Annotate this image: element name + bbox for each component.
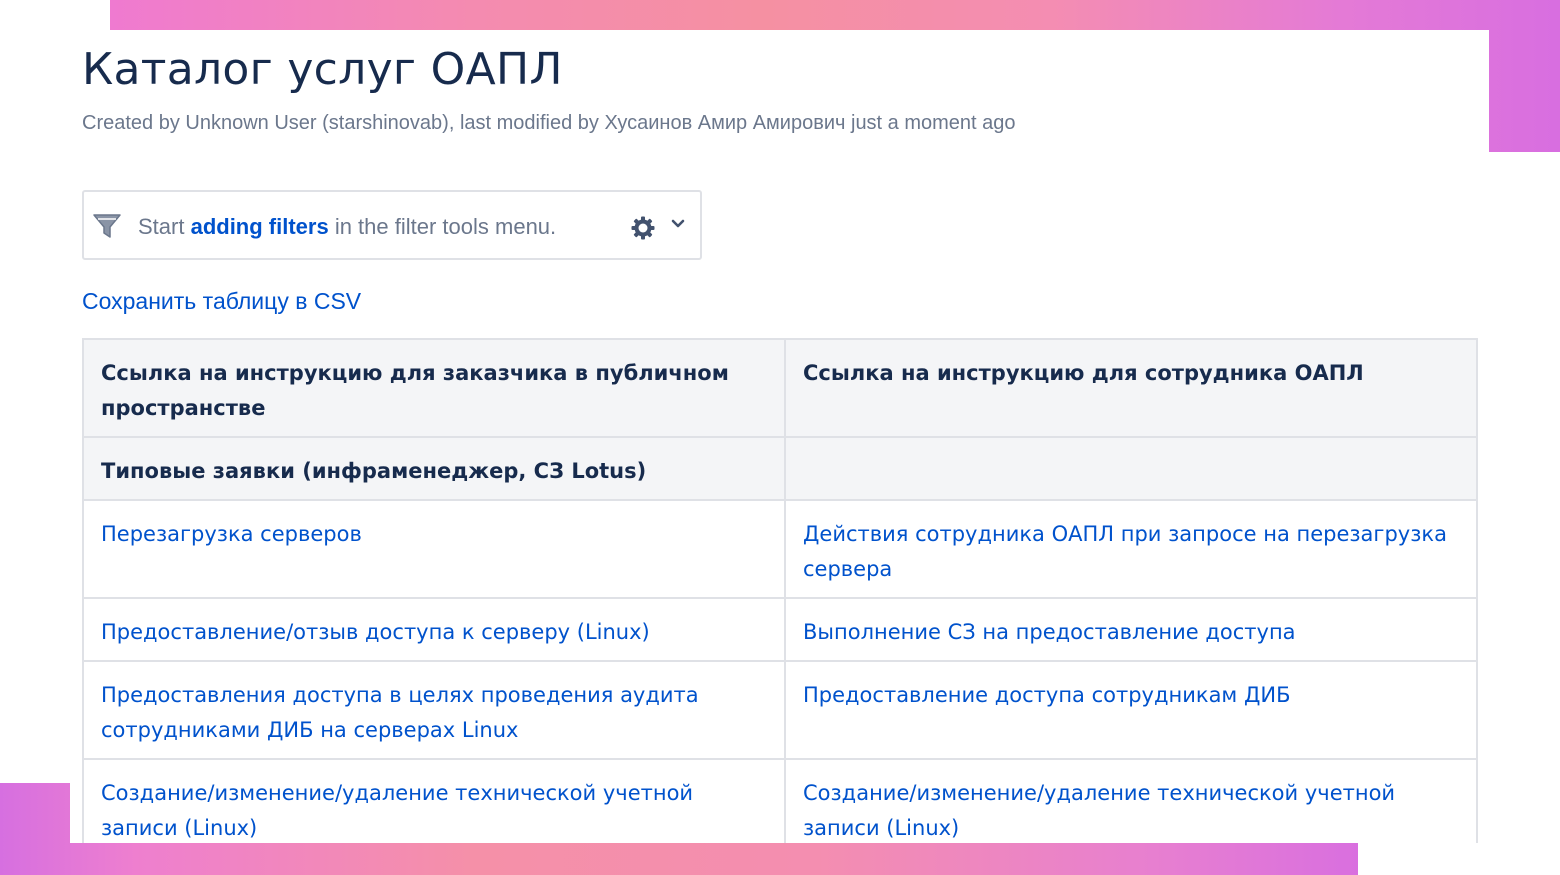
staff-instruction-link[interactable]: Действия сотрудника ОАПЛ при запросе на … [803,522,1447,581]
filter-hint: Start adding filters in the filter tools… [138,214,556,240]
group-title: Типовые заявки (инфраменеджер, СЗ Lotus) [82,436,786,501]
page-title: Каталог услуг ОАПЛ [82,44,563,95]
table-cell: Предоставление доступа сотрудникам ДИБ [784,660,1478,760]
staff-instruction-link[interactable]: Создание/изменение/удаление технической … [803,781,1395,840]
table-row: Перезагрузка серверов Действия сотрудник… [82,499,1478,599]
table-cell: Создание/изменение/удаление технической … [784,758,1478,843]
table-cell: Создание/изменение/удаление технической … [82,758,786,843]
page-metadata: Created by Unknown User (starshinovab), … [82,112,1016,134]
table-cell: Перезагрузка серверов [82,499,786,599]
services-catalog-table: Ссылка на инструкцию для заказчика в пуб… [82,338,1478,843]
table-cell: Предоставление/отзыв доступа к серверу (… [82,597,786,662]
group-empty-cell [784,436,1478,501]
page-panel: Каталог услуг ОАПЛ Created by Unknown Us… [70,30,1489,843]
table-cell: Выполнение СЗ на предоставление доступа [784,597,1478,662]
gear-icon[interactable] [630,215,656,241]
table-row: Предоставление/отзыв доступа к серверу (… [82,597,1478,662]
table-header-row: Ссылка на инструкцию для заказчика в пуб… [82,338,1478,438]
table-row: Предоставления доступа в целях проведени… [82,660,1478,760]
save-table-csv-link[interactable]: Сохранить таблицу в CSV [82,288,361,315]
client-instruction-link[interactable]: Перезагрузка серверов [101,522,362,546]
table-row: Создание/изменение/удаление технической … [82,758,1478,843]
header-client-instruction: Ссылка на инструкцию для заказчика в пуб… [82,338,786,438]
client-instruction-link[interactable]: Создание/изменение/удаление технической … [101,781,693,840]
filter-tools-bar: Start adding filters in the filter tools… [82,190,702,260]
table-cell: Действия сотрудника ОАПЛ при запросе на … [784,499,1478,599]
staff-instruction-link[interactable]: Выполнение СЗ на предоставление доступа [803,620,1296,644]
adding-filters-link[interactable]: adding filters [191,214,329,239]
filter-hint-prefix: Start [138,214,191,239]
client-instruction-link[interactable]: Предоставления доступа в целях проведени… [101,683,699,742]
header-staff-instruction: Ссылка на инструкцию для сотрудника ОАПЛ [784,338,1478,438]
staff-instruction-link[interactable]: Предоставление доступа сотрудникам ДИБ [803,683,1290,707]
table-cell: Предоставления доступа в целях проведени… [82,660,786,760]
filter-hint-suffix: in the filter tools menu. [328,214,557,239]
table-group-row: Типовые заявки (инфраменеджер, СЗ Lotus) [82,436,1478,501]
chevron-down-icon[interactable] [670,216,686,232]
funnel-icon [93,214,121,238]
client-instruction-link[interactable]: Предоставление/отзыв доступа к серверу (… [101,620,650,644]
